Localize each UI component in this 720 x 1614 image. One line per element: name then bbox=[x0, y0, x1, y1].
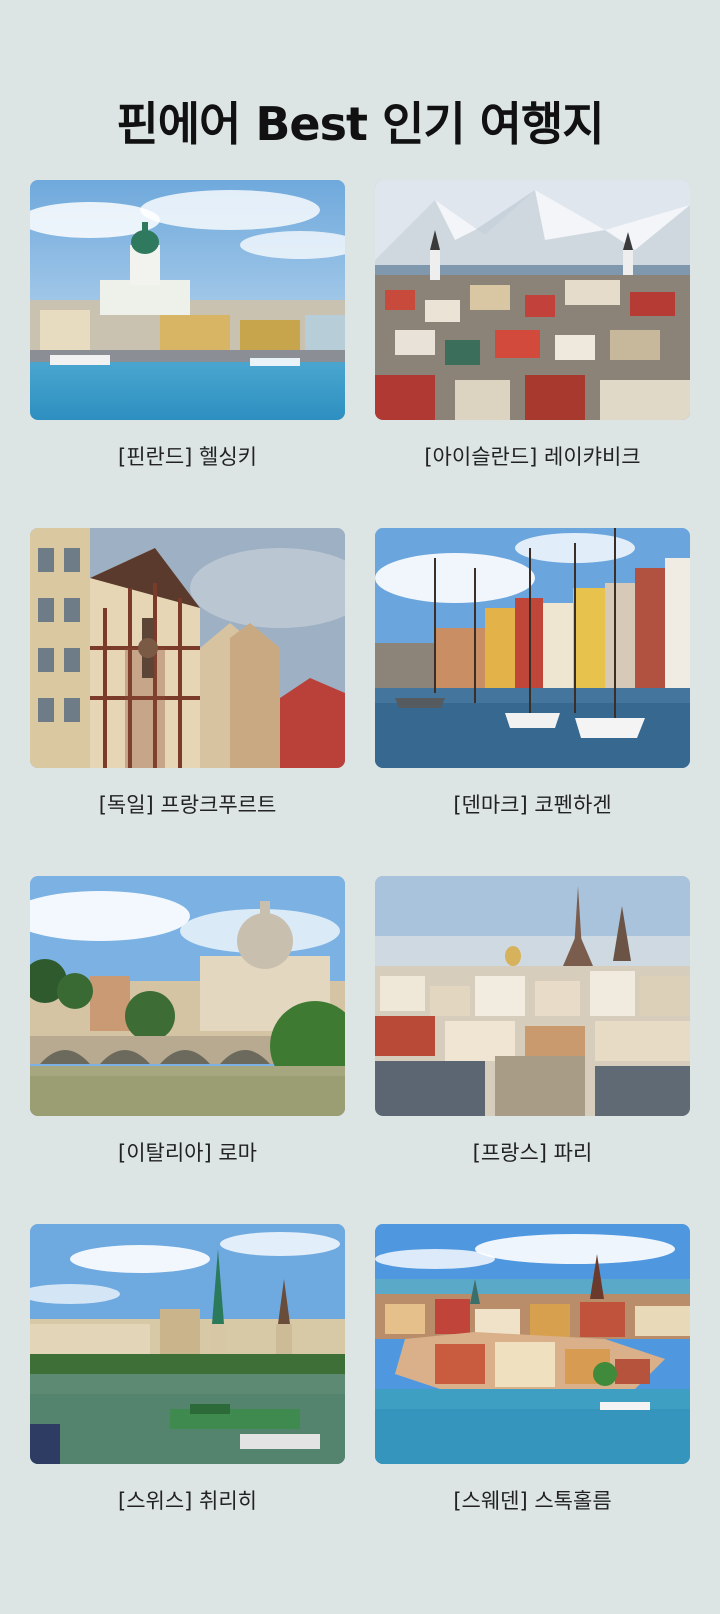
destination-label-copenhagen: [덴마크] 코펜하겐 bbox=[453, 793, 612, 817]
destination-photo-frankfurt[interactable] bbox=[30, 528, 345, 768]
copenhagen-photo-image bbox=[375, 528, 690, 768]
destination-label-stockholm: [스웨덴] 스톡홀름 bbox=[453, 1489, 612, 1513]
paris-photo-image bbox=[375, 876, 690, 1116]
destination-photo-reykjavik[interactable] bbox=[375, 180, 690, 420]
destination-photo-rome[interactable] bbox=[30, 876, 345, 1116]
destination-photo-copenhagen[interactable] bbox=[375, 528, 690, 768]
destination-photo-paris[interactable] bbox=[375, 876, 690, 1116]
destination-grid: [핀란드] 헬싱키 [아이슬란드] 레이캬비크 [독일] 프랑크푸르트 [덴마크… bbox=[0, 0, 720, 1614]
destination-label-reykjavik: [아이슬란드] 레이캬비크 bbox=[424, 445, 641, 469]
destination-label-paris: [프랑스] 파리 bbox=[472, 1141, 593, 1165]
frankfurt-photo-image bbox=[30, 528, 345, 768]
rome-photo-image bbox=[30, 876, 345, 1116]
destination-photo-helsinki[interactable] bbox=[30, 180, 345, 420]
stockholm-photo-image bbox=[375, 1224, 690, 1464]
destination-label-rome: [이탈리아] 로마 bbox=[118, 1141, 257, 1165]
destination-photo-zurich[interactable] bbox=[30, 1224, 345, 1464]
destination-label-helsinki: [핀란드] 헬싱키 bbox=[118, 445, 257, 469]
helsinki-photo-image bbox=[30, 180, 345, 420]
zurich-photo-image bbox=[30, 1224, 345, 1464]
reykjavik-photo-image bbox=[375, 180, 690, 420]
destination-photo-stockholm[interactable] bbox=[375, 1224, 690, 1464]
destination-label-frankfurt: [독일] 프랑크푸르트 bbox=[98, 793, 277, 817]
destination-label-zurich: [스위스] 취리히 bbox=[118, 1489, 257, 1513]
